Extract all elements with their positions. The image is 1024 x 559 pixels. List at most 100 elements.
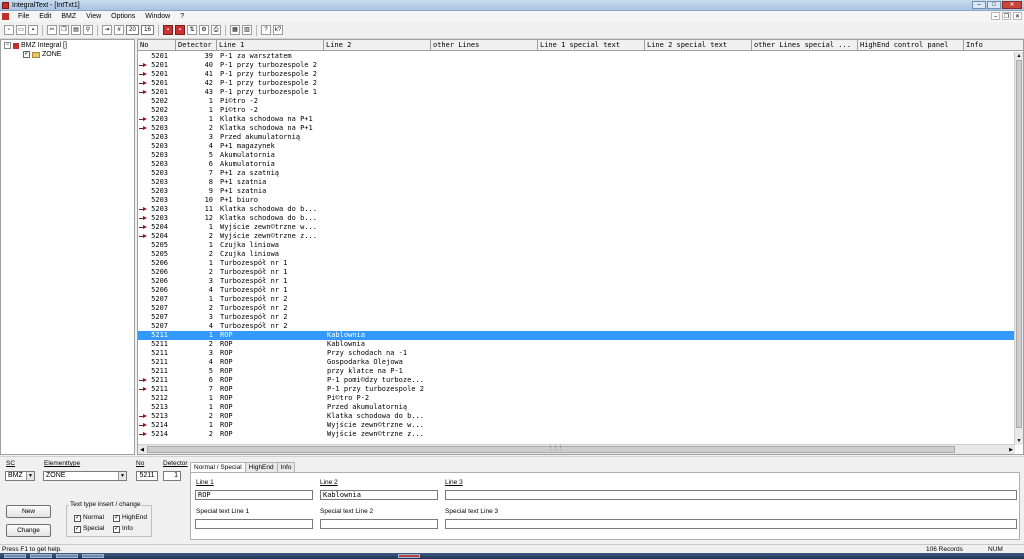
column-header-line1[interactable]: Line 1: [217, 40, 324, 51]
menu-edit[interactable]: Edit: [34, 11, 56, 22]
cut-icon[interactable]: ✂: [47, 25, 57, 35]
number-icon[interactable]: #: [114, 25, 124, 35]
table-row[interactable]: 5205 2 Czujka liniowa: [138, 250, 1015, 259]
sc-select[interactable]: BMZ ▼: [5, 471, 35, 481]
menu-view[interactable]: View: [81, 11, 106, 22]
find-icon[interactable]: ⚲: [83, 25, 93, 35]
table-row[interactable]: 5201 40 P-1 przy turbozespole 2: [138, 61, 1015, 70]
menu-file[interactable]: File: [13, 11, 34, 22]
line2-field[interactable]: Kablownia: [320, 490, 438, 500]
column-header-other-lines[interactable]: other Lines: [431, 40, 538, 51]
taskbar-button[interactable]: [82, 554, 104, 558]
tree-view[interactable]: − BMZ Integral [] ✓ ZONE: [0, 39, 135, 455]
column-header-other-special[interactable]: other Lines special ...: [752, 40, 858, 51]
table-row[interactable]: 5213 1 ROP Przed akumulatornią: [138, 403, 1015, 412]
table-row[interactable]: 5203 2 Klatka schodowa na P+1: [138, 124, 1015, 133]
scroll-left-icon[interactable]: ◀: [138, 446, 146, 454]
open-folder-icon[interactable]: ▭: [16, 25, 26, 35]
insert-icon[interactable]: ⇥: [102, 25, 112, 35]
table-row[interactable]: 5204 2 Wyjście zewn©trzne z...: [138, 232, 1015, 241]
table-row[interactable]: 5205 1 Czujka liniowa: [138, 241, 1015, 250]
check-icon[interactable]: ✓: [113, 514, 120, 522]
table-row[interactable]: 5203 12 Klatka schodowa do b...: [138, 214, 1015, 223]
table-row[interactable]: 5211 4 ROP Gospodarka Olejowa: [138, 358, 1015, 367]
context-help-icon[interactable]: k?: [273, 25, 283, 35]
check-icon[interactable]: ✓: [74, 525, 81, 533]
table-row[interactable]: 5211 6 ROP P-1 pomi©dzy turboze...: [138, 376, 1015, 385]
check-icon[interactable]: ✓: [74, 514, 81, 522]
table-row[interactable]: 5211 2 ROP Kablownia: [138, 340, 1015, 349]
mdi-minimize-icon[interactable]: –: [991, 12, 1000, 20]
print-icon[interactable]: ⎙: [211, 25, 221, 35]
info-checkbox[interactable]: ✓ Info: [113, 525, 133, 533]
tab-normal-special[interactable]: Normal / Special: [190, 462, 246, 472]
minimize-button[interactable]: –: [972, 1, 986, 9]
table-row[interactable]: 5206 1 Turbozespół nr 1: [138, 259, 1015, 268]
save-icon[interactable]: ▪: [28, 25, 38, 35]
special-line2-field[interactable]: [320, 519, 438, 529]
highend-checkbox[interactable]: ✓ HighEnd: [113, 514, 147, 522]
transfer-icon[interactable]: ⇅: [187, 25, 197, 35]
toolbar-value-1[interactable]: 20: [126, 25, 139, 35]
no-field[interactable]: 5211: [136, 471, 158, 481]
detector-field[interactable]: 1: [163, 471, 181, 481]
taskbar-button[interactable]: [56, 554, 78, 558]
menu-options[interactable]: Options: [106, 11, 140, 22]
table-row[interactable]: 5203 9 P+1 szatnia: [138, 187, 1015, 196]
table-row[interactable]: 5207 4 Turbozespół nr 2: [138, 322, 1015, 331]
column-header-detector[interactable]: Detector: [176, 40, 217, 51]
table-row[interactable]: 5207 1 Turbozespół nr 2: [138, 295, 1015, 304]
line1-field[interactable]: ROP: [195, 490, 313, 500]
normal-checkbox[interactable]: ✓ Normal: [74, 514, 104, 522]
tree-node-zone[interactable]: ✓ ZONE: [23, 50, 61, 59]
table-row[interactable]: 5214 1 ROP Wyjście zewn©trzne w...: [138, 421, 1015, 430]
dropdown-arrow-icon[interactable]: ▼: [118, 472, 126, 480]
horizontal-scrollbar[interactable]: ◀ ⋮⋮⋮ ▶: [138, 444, 1015, 454]
taskbar-button-active[interactable]: [398, 554, 420, 558]
toolbar-value-2[interactable]: 16: [141, 25, 154, 35]
column-header-line1-special[interactable]: Line 1 special text: [538, 40, 645, 51]
menu-window[interactable]: Window: [140, 11, 175, 22]
line3-field[interactable]: [445, 490, 1017, 500]
table-row[interactable]: 5213 2 ROP Klatka schodowa do b...: [138, 412, 1015, 421]
table-row[interactable]: 5203 1 Klatka schodowa na P+1: [138, 115, 1015, 124]
table-row[interactable]: 5201 42 P-1 przy turbozespole 2: [138, 79, 1015, 88]
dropdown-arrow-icon[interactable]: ▼: [26, 472, 34, 480]
change-button[interactable]: Change: [6, 524, 51, 537]
paste-icon[interactable]: ▤: [71, 25, 81, 35]
new-file-icon[interactable]: ▫: [4, 25, 14, 35]
check-icon[interactable]: ✓: [113, 525, 120, 533]
table-row[interactable]: 5214 2 ROP Wyjście zewn©trzne z...: [138, 430, 1015, 439]
new-button[interactable]: New: [6, 505, 51, 518]
special-line1-field[interactable]: [195, 519, 313, 529]
column-header-no[interactable]: No: [138, 40, 176, 51]
table-row[interactable]: 5204 1 Wyjście zewn©trzne w...: [138, 223, 1015, 232]
menu-bmz[interactable]: BMZ: [56, 11, 81, 22]
special-checkbox[interactable]: ✓ Special: [74, 525, 104, 533]
table-row-selected[interactable]: 5211 1 ROP Kablownia: [138, 331, 1015, 340]
table-row[interactable]: 5203 6 Akumulatornia: [138, 160, 1015, 169]
close-button[interactable]: ✕: [1002, 1, 1022, 9]
grid-icon[interactable]: ▦: [230, 25, 240, 35]
table-row[interactable]: 5207 3 Turbozespół nr 2: [138, 313, 1015, 322]
table-row[interactable]: 5202 1 Pi©tro -2: [138, 97, 1015, 106]
table-row[interactable]: 5212 1 ROP Pi©tro P-2: [138, 394, 1015, 403]
maximize-button[interactable]: □: [987, 1, 1001, 9]
taskbar-button[interactable]: [4, 554, 26, 558]
settings-icon[interactable]: ⚙: [199, 25, 209, 35]
table-row[interactable]: 5203 3 Przed akumulatornią: [138, 133, 1015, 142]
records-grid[interactable]: No Detector Line 1 Line 2 other Lines Li…: [137, 39, 1024, 455]
table-row[interactable]: 5201 41 P-1 przy turbozespole 2: [138, 70, 1015, 79]
collapse-icon[interactable]: −: [4, 42, 11, 49]
table-row[interactable]: 5202 1 Pi©tro -2: [138, 106, 1015, 115]
column-header-line2[interactable]: Line 2: [324, 40, 431, 51]
copy-icon[interactable]: ❐: [59, 25, 69, 35]
taskbar-button[interactable]: [30, 554, 52, 558]
column-header-info[interactable]: Info: [964, 40, 1023, 51]
table-row[interactable]: 5203 5 Akumulatornia: [138, 151, 1015, 160]
table-row[interactable]: 5206 4 Turbozespół nr 1: [138, 286, 1015, 295]
vertical-scrollbar[interactable]: ▲ ▼: [1014, 52, 1023, 445]
document-icon[interactable]: [2, 13, 9, 20]
table-row[interactable]: 5201 43 P-1 przy turbozespole 1: [138, 88, 1015, 97]
tab-info[interactable]: Info: [276, 462, 296, 472]
